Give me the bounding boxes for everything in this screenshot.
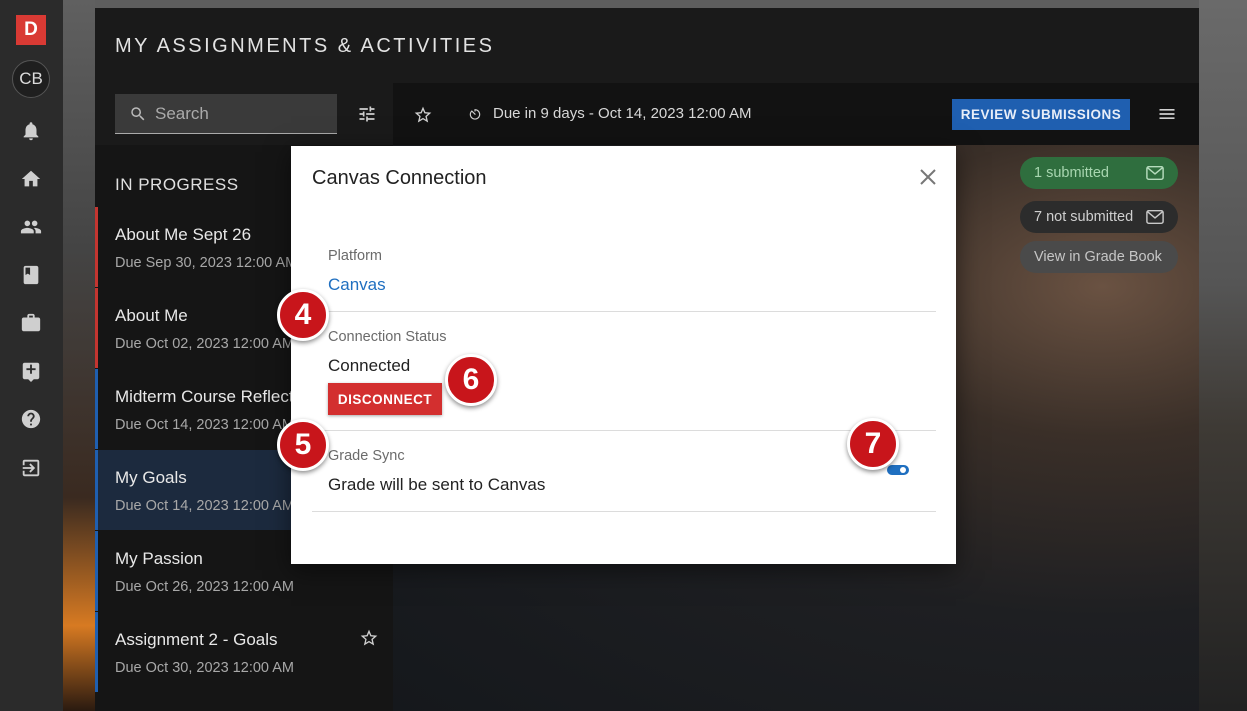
- logout-icon[interactable]: [19, 456, 43, 480]
- item-title: My Passion: [115, 549, 203, 568]
- filter-button[interactable]: [357, 104, 377, 124]
- help-icon[interactable]: [19, 407, 43, 431]
- review-submissions-button[interactable]: REVIEW SUBMISSIONS: [952, 99, 1130, 130]
- background-image-top: [95, 0, 1199, 8]
- platform-label: Platform: [328, 248, 382, 264]
- mail-icon[interactable]: [1146, 165, 1164, 181]
- timer-icon: [468, 108, 482, 122]
- menu-icon[interactable]: [1157, 104, 1177, 124]
- item-title: Midterm Course Reflect: [115, 387, 294, 406]
- submitted-pill[interactable]: 1 submitted: [1020, 157, 1178, 189]
- avatar[interactable]: CB: [12, 60, 50, 98]
- briefcase-icon[interactable]: [19, 311, 43, 335]
- item-title: My Goals: [115, 468, 187, 487]
- search-icon: [131, 107, 145, 121]
- platform-link[interactable]: Canvas: [328, 275, 386, 295]
- add-task-icon[interactable]: [19, 359, 43, 383]
- item-due: Due Oct 14, 2023 12:00 AM: [115, 417, 294, 433]
- item-due: Due Sep 30, 2023 12:00 AM: [115, 255, 298, 271]
- disconnect-button[interactable]: DISCONNECT: [328, 383, 442, 415]
- connection-status-value: Connected: [328, 356, 411, 375]
- dialog-title: Canvas Connection: [312, 167, 487, 189]
- search-input[interactable]: [155, 102, 325, 126]
- not-submitted-pill[interactable]: 7 not submitted: [1020, 201, 1178, 233]
- item-title: About Me: [115, 306, 188, 325]
- star-icon[interactable]: [413, 105, 433, 125]
- item-title: Assignment 2 - Goals: [115, 630, 278, 649]
- background-image-right: [1199, 0, 1247, 711]
- item-due: Due Oct 30, 2023 12:00 AM: [115, 660, 294, 676]
- item-title: About Me Sept 26: [115, 225, 252, 244]
- toggle-knob: [900, 467, 906, 473]
- people-icon[interactable]: [19, 215, 43, 239]
- star-icon[interactable]: [359, 628, 379, 648]
- app-logo[interactable]: D: [16, 15, 46, 45]
- page-title: MY ASSIGNMENTS & ACTIVITIES: [115, 35, 495, 57]
- background-image-left: [63, 0, 95, 711]
- callout-badge-7: 7: [847, 418, 899, 470]
- divider: [312, 430, 936, 431]
- assignment-toolbar: Due in 9 days - Oct 14, 2023 12:00 AM RE…: [393, 83, 1199, 145]
- not-submitted-count: 7 not submitted: [1034, 209, 1134, 225]
- grade-sync-description: Grade will be sent to Canvas: [328, 475, 546, 494]
- bell-icon[interactable]: [19, 119, 43, 143]
- item-due: Due Oct 26, 2023 12:00 AM: [115, 579, 294, 595]
- home-icon[interactable]: [19, 167, 43, 191]
- mail-icon[interactable]: [1146, 209, 1164, 225]
- list-item[interactable]: Assignment 2 - Goals Due Oct 30, 2023 12…: [95, 612, 393, 692]
- grade-sync-label: Grade Sync: [328, 448, 405, 464]
- divider: [312, 511, 936, 512]
- callout-badge-5: 5: [277, 419, 329, 471]
- callout-badge-6: 6: [445, 354, 497, 406]
- item-due: Due Oct 14, 2023 12:00 AM: [115, 498, 294, 514]
- close-icon[interactable]: [919, 168, 937, 186]
- divider: [312, 311, 936, 312]
- search-field[interactable]: [115, 94, 337, 134]
- callout-badge-4: 4: [277, 289, 329, 341]
- due-date-text: Due in 9 days - Oct 14, 2023 12:00 AM: [493, 105, 752, 122]
- connection-status-label: Connection Status: [328, 329, 447, 345]
- tune-icon: [359, 106, 375, 122]
- book-icon[interactable]: [19, 263, 43, 287]
- canvas-connection-dialog: Canvas Connection Platform Canvas Connec…: [291, 146, 956, 564]
- grade-book-button[interactable]: View in Grade Book: [1020, 241, 1178, 273]
- grade-sync-toggle[interactable]: [887, 465, 909, 475]
- nav-rail: D CB: [0, 0, 63, 711]
- submitted-count: 1 submitted: [1034, 165, 1109, 181]
- item-due: Due Oct 02, 2023 12:00 AM: [115, 336, 294, 352]
- list-heading: IN PROGRESS: [115, 175, 239, 194]
